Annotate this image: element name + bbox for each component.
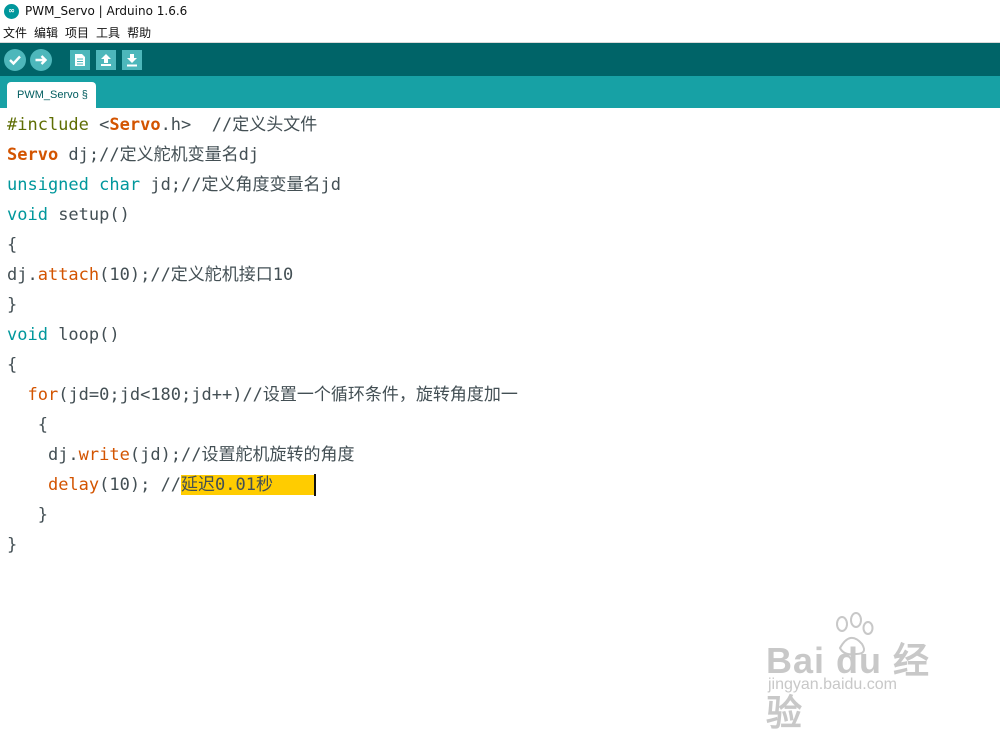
verify-icon [9, 55, 21, 65]
code-token: Servo [7, 145, 59, 165]
code-token: delay [47, 475, 100, 495]
code-token: < [99, 115, 110, 135]
code-token: void [7, 205, 48, 225]
open-button[interactable] [96, 49, 116, 70]
menu-help[interactable]: 帮助 [124, 24, 155, 41]
menu-tools[interactable]: 工具 [93, 24, 124, 41]
code-token: void [7, 325, 48, 345]
code-comment: //定义角度变量名jd [181, 175, 341, 195]
save-button[interactable] [122, 49, 142, 70]
text-caret [313, 474, 316, 496]
verify-button[interactable] [4, 48, 26, 71]
code-comment: //设置舵机旋转的角度 [181, 445, 355, 465]
code-line-14: } [7, 500, 48, 530]
code-token: (10); [99, 475, 161, 495]
code-line-10: for(jd=0;jd<180;jd++)//设置一个循环条件，旋转角度加一 [7, 380, 518, 410]
code-line-4: void setup() [7, 200, 130, 230]
code-line-11: { [7, 410, 48, 440]
code-comment: //定义头文件 [201, 115, 318, 135]
code-token: attach [37, 265, 100, 285]
code-token: } [7, 295, 18, 315]
baidu-jingyan-watermark: Bai du 经验 jingyan.baidu.com [766, 612, 956, 733]
code-token: jd; [140, 175, 182, 195]
code-token: Servo [109, 115, 161, 135]
code-token: dj. [7, 265, 38, 285]
code-token: (jd); [129, 445, 182, 465]
code-token: } [7, 535, 18, 555]
tab-bar: PWM_Servo § [0, 76, 1000, 108]
code-token: dj; [58, 145, 100, 165]
upload-icon [35, 54, 48, 65]
tab-pwm-servo[interactable]: PWM_Servo § [7, 82, 96, 108]
code-token: setup() [47, 205, 130, 225]
code-token: char [99, 175, 141, 195]
new-icon [75, 53, 85, 66]
code-token: .h [160, 115, 182, 135]
menu-sketch[interactable]: 项目 [62, 24, 93, 41]
menu-bar: 文件 编辑 项目 工具 帮助 [0, 22, 1000, 43]
code-token: #include [7, 115, 100, 135]
code-line-3: unsigned char jd;//定义角度变量名jd [7, 170, 341, 200]
code-line-8: void loop() [7, 320, 120, 350]
menu-file[interactable]: 文件 [0, 24, 31, 41]
code-comment: //设置一个循环条件，旋转角度加一 [242, 385, 518, 405]
code-comment: // [160, 475, 182, 495]
code-line-13: delay(10); //延迟0.01秒 [7, 470, 316, 500]
save-icon [127, 53, 137, 66]
code-token: for [27, 385, 59, 405]
code-token: loop() [47, 325, 120, 345]
code-token: { [7, 415, 48, 435]
code-token: { [7, 355, 18, 375]
code-comment: //定义舵机接口10 [150, 265, 294, 285]
code-line-5: { [7, 230, 17, 260]
open-icon [101, 53, 111, 66]
watermark-site: jingyan.baidu.com [768, 676, 897, 693]
new-button[interactable] [70, 49, 90, 70]
arduino-infinity-icon: ∞ [4, 3, 19, 19]
code-token: } [7, 505, 48, 525]
menu-edit[interactable]: 编辑 [31, 24, 62, 41]
code-line-2: Servo dj;//定义舵机变量名dj [7, 140, 259, 170]
highlighted-comment: 延迟0.01秒 [181, 475, 314, 495]
code-token: dj. [47, 445, 79, 465]
code-line-9: { [7, 350, 17, 380]
code-token: (jd=0;jd<180;jd++) [58, 385, 243, 405]
code-token: (10); [99, 265, 151, 285]
code-line-1: #include <Servo.h> //定义头文件 [7, 110, 317, 140]
code-line-7: } [7, 290, 17, 320]
code-line-15: } [7, 530, 17, 560]
code-comment: //定义舵机变量名dj [99, 145, 260, 165]
title-bar: ∞ PWM_Servo | Arduino 1.6.6 [0, 0, 1000, 22]
tab-label: PWM_Servo § [17, 89, 88, 101]
code-token: > [181, 115, 202, 135]
upload-button[interactable] [30, 48, 52, 71]
code-token: { [7, 235, 18, 255]
code-line-6: dj.attach(10);//定义舵机接口10 [7, 260, 293, 290]
code-token: unsigned [7, 175, 89, 195]
window-title: PWM_Servo | Arduino 1.6.6 [25, 4, 188, 18]
toolbar [0, 43, 1000, 76]
code-token: write [78, 445, 130, 465]
code-line-12: dj.write(jd);//设置舵机旋转的角度 [7, 440, 355, 470]
